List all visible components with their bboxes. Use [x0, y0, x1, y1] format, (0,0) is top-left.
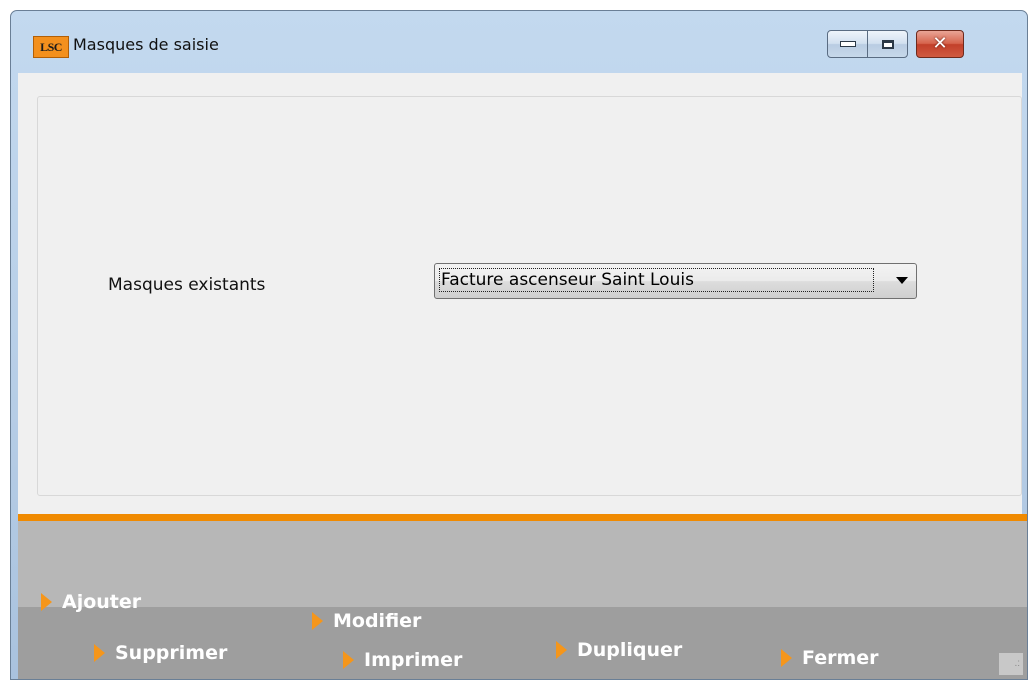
app-logo-icon: LSC: [33, 36, 69, 58]
dupliquer-button[interactable]: Dupliquer: [556, 639, 682, 661]
close-icon: ✕: [932, 33, 948, 54]
window-title: Masques de saisie: [73, 35, 219, 54]
ajouter-label: Ajouter: [62, 591, 142, 613]
masques-select-value: Facture ascenseur Saint Louis: [439, 268, 874, 292]
resize-grip-icon[interactable]: .:: [999, 653, 1023, 675]
title-bar[interactable]: LSC Masques de saisie ✕: [11, 11, 1027, 73]
arrow-right-icon: [556, 641, 567, 659]
fermer-button[interactable]: Fermer: [781, 647, 879, 669]
chevron-down-icon: [896, 277, 908, 284]
accent-divider: [18, 514, 1027, 521]
arrow-right-icon: [781, 649, 792, 667]
arrow-right-icon: [343, 651, 354, 669]
modifier-button[interactable]: Modifier: [312, 610, 421, 632]
modifier-label: Modifier: [333, 610, 422, 632]
maximize-icon: [881, 39, 894, 49]
minimize-icon: [839, 41, 856, 47]
form-panel: Masques existants Facture ascenseur Sain…: [37, 96, 1022, 496]
supprimer-label: Supprimer: [115, 642, 228, 664]
masques-existants-label: Masques existants: [108, 275, 266, 295]
close-button[interactable]: ✕: [916, 30, 964, 58]
client-area: Masques existants Facture ascenseur Sain…: [18, 73, 1027, 679]
ajouter-button[interactable]: Ajouter: [41, 591, 141, 613]
dupliquer-label: Dupliquer: [577, 639, 683, 661]
arrow-right-icon: [94, 644, 105, 662]
arrow-right-icon: [41, 593, 52, 611]
imprimer-button[interactable]: Imprimer: [343, 649, 462, 671]
fermer-label: Fermer: [802, 647, 879, 669]
arrow-right-icon: [312, 612, 323, 630]
app-window: LSC Masques de saisie ✕ Masques existant…: [10, 10, 1028, 680]
action-toolbar: Ajouter Modifier Supprimer Imprimer Dupl…: [18, 521, 1027, 679]
minimize-button[interactable]: [827, 30, 868, 58]
imprimer-label: Imprimer: [364, 649, 463, 671]
masques-select[interactable]: Facture ascenseur Saint Louis: [434, 263, 917, 299]
supprimer-button[interactable]: Supprimer: [94, 642, 227, 664]
maximize-button[interactable]: [867, 30, 908, 58]
